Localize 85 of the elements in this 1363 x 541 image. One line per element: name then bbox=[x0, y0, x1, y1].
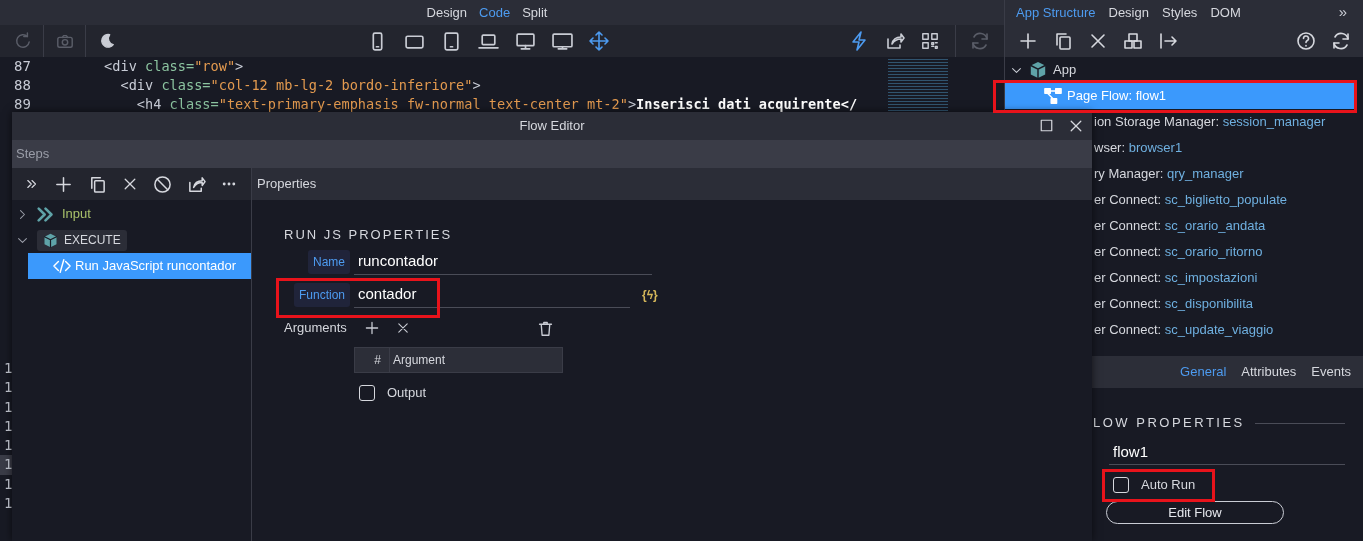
panel-tab[interactable]: Design bbox=[1108, 2, 1149, 23]
properties-tab[interactable]: General bbox=[1180, 362, 1227, 382]
maximize-icon[interactable] bbox=[1039, 118, 1054, 133]
text-field[interactable]: contador bbox=[354, 281, 630, 308]
text-field[interactable]: runcontador bbox=[354, 248, 652, 275]
refresh-icon[interactable] bbox=[1331, 31, 1351, 51]
double-chevron-icon bbox=[37, 205, 54, 223]
tree-item[interactable]: App bbox=[1053, 60, 1077, 80]
view-tab[interactable]: Split bbox=[522, 2, 548, 23]
arrow-icon[interactable] bbox=[1158, 31, 1178, 51]
delete-icon[interactable] bbox=[122, 176, 138, 192]
pane-header: Steps bbox=[12, 140, 251, 168]
step-item[interactable]: Input bbox=[62, 204, 91, 224]
flow-icon bbox=[1043, 87, 1063, 105]
step-group[interactable]: EXECUTE bbox=[37, 229, 127, 251]
code-icon bbox=[52, 257, 72, 275]
panel-tab[interactable]: Styles bbox=[1161, 2, 1198, 23]
share-icon[interactable] bbox=[885, 31, 905, 51]
properties-tab[interactable]: Events bbox=[1311, 362, 1351, 382]
cube-icon bbox=[1029, 61, 1047, 79]
boxes-icon[interactable] bbox=[1123, 31, 1143, 51]
code-line: <div class="row"> bbox=[103, 57, 244, 77]
line-number: 1 bbox=[3, 397, 12, 417]
tree-item[interactable]: ion Storage Manager: session_manager bbox=[1094, 112, 1326, 132]
trash-icon[interactable] bbox=[537, 319, 554, 337]
id-field[interactable]: flow1 bbox=[1109, 441, 1345, 465]
tree-item[interactable]: er Connect: sc_impostazioni bbox=[1094, 268, 1258, 288]
desktop-icon[interactable] bbox=[515, 30, 536, 52]
line-number: 88 bbox=[13, 76, 32, 95]
tree-item[interactable]: er Connect: sc_update_viaggio bbox=[1094, 320, 1274, 340]
copy-icon[interactable] bbox=[88, 174, 107, 194]
tree-item[interactable]: ry Manager: qry_manager bbox=[1094, 164, 1244, 184]
copy-icon[interactable] bbox=[1053, 31, 1073, 51]
checkbox[interactable] bbox=[359, 385, 375, 401]
arguments-label: Arguments bbox=[284, 319, 348, 338]
pane-header: Properties bbox=[252, 168, 1092, 200]
column-header: # bbox=[355, 348, 390, 372]
close-icon[interactable] bbox=[1068, 118, 1084, 134]
view-tab[interactable]: Code bbox=[479, 2, 511, 23]
export-icon[interactable] bbox=[187, 174, 206, 194]
tree-item[interactable]: wser: browser1 bbox=[1094, 138, 1183, 158]
panel-tab[interactable]: App Structure bbox=[1016, 2, 1096, 23]
line-number: 1 bbox=[0, 455, 12, 475]
tree-item[interactable]: er Connect: sc_orario_andata bbox=[1094, 216, 1266, 236]
tablet-icon[interactable] bbox=[441, 30, 462, 52]
properties-tab[interactable]: Attributes bbox=[1241, 362, 1297, 382]
window-title: Flow Editor bbox=[519, 117, 585, 136]
help-icon[interactable] bbox=[1296, 31, 1316, 51]
checkbox-label: Output bbox=[387, 384, 427, 403]
tree-item[interactable]: er Connect: sc_biglietto_populate bbox=[1094, 190, 1287, 210]
line-number: 1 bbox=[3, 494, 12, 514]
field-label: Name bbox=[308, 249, 350, 274]
line-number: 1 bbox=[3, 359, 12, 378]
line-number: 1 bbox=[3, 416, 12, 436]
cube-icon bbox=[43, 232, 58, 248]
line-number: 1 bbox=[3, 378, 12, 398]
section-title: LOW PROPERTIES bbox=[1093, 414, 1245, 433]
add-icon[interactable] bbox=[1018, 31, 1038, 51]
add-icon[interactable] bbox=[54, 174, 73, 194]
tree-item[interactable]: er Connect: sc_orario_ritorno bbox=[1094, 242, 1263, 262]
tree-item[interactable]: er Connect: sc_disponibilita bbox=[1094, 294, 1253, 314]
line-number: 1 bbox=[3, 436, 12, 456]
column-header: Argument bbox=[392, 352, 447, 369]
line-number: 1 bbox=[3, 474, 12, 494]
delete-icon[interactable] bbox=[396, 321, 410, 335]
line-number: 89 bbox=[13, 95, 32, 114]
checkbox-label: Auto Run bbox=[1141, 476, 1196, 495]
move-icon[interactable] bbox=[589, 31, 609, 51]
checkbox[interactable] bbox=[1113, 477, 1129, 493]
field-label: Function bbox=[293, 282, 350, 307]
view-tab[interactable]: Design bbox=[426, 2, 468, 23]
add-icon[interactable] bbox=[364, 320, 380, 336]
lightning-icon[interactable] bbox=[849, 31, 869, 51]
delete-icon[interactable] bbox=[1088, 31, 1108, 51]
qr-code-icon[interactable] bbox=[921, 32, 939, 50]
line-number: 87 bbox=[13, 57, 32, 76]
code-line: <div class="col-12 mb-lg-2 bordo-inferiore"> bbox=[119, 76, 481, 96]
more-tabs-button[interactable]: » bbox=[1338, 1, 1347, 24]
monitor-icon[interactable] bbox=[552, 30, 573, 52]
disable-icon[interactable] bbox=[153, 174, 172, 194]
double-chevron-icon[interactable] bbox=[25, 177, 39, 191]
section-title: RUN JS PROPERTIES bbox=[284, 226, 454, 244]
code-line: <h4 class="text-primary-emphasis fw-normal text-center mt-2">Inserisci dati acquirente</ bbox=[135, 95, 858, 115]
function-picker-button[interactable]: {ϟ} bbox=[642, 285, 658, 304]
panel-tab[interactable]: DOM bbox=[1210, 2, 1241, 23]
